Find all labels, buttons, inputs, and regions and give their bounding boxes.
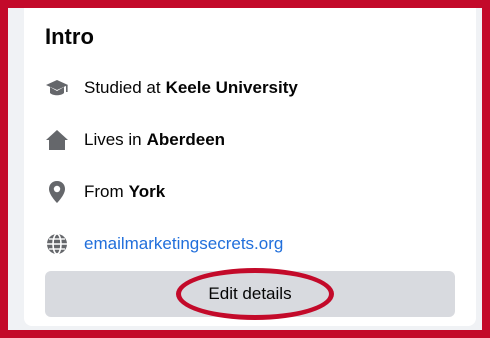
education-value[interactable]: Keele University [166, 78, 298, 98]
hometown-row: From York [44, 178, 165, 206]
edit-details-button[interactable]: Edit details [45, 271, 455, 317]
website-link[interactable]: emailmarketingsecrets.org [84, 234, 283, 254]
globe-icon [44, 231, 70, 257]
hometown-value[interactable]: York [129, 182, 166, 202]
education-row: Studied at Keele University [44, 74, 298, 102]
intro-title: Intro [45, 24, 94, 49]
residence-row: Lives in Aberdeen [44, 126, 225, 154]
home-icon [44, 127, 70, 153]
website-row: emailmarketingsecrets.org [44, 230, 283, 258]
edit-details-label: Edit details [208, 284, 292, 303]
graduation-cap-icon [44, 75, 70, 101]
location-pin-icon [44, 179, 70, 205]
residence-value[interactable]: Aberdeen [147, 130, 225, 150]
